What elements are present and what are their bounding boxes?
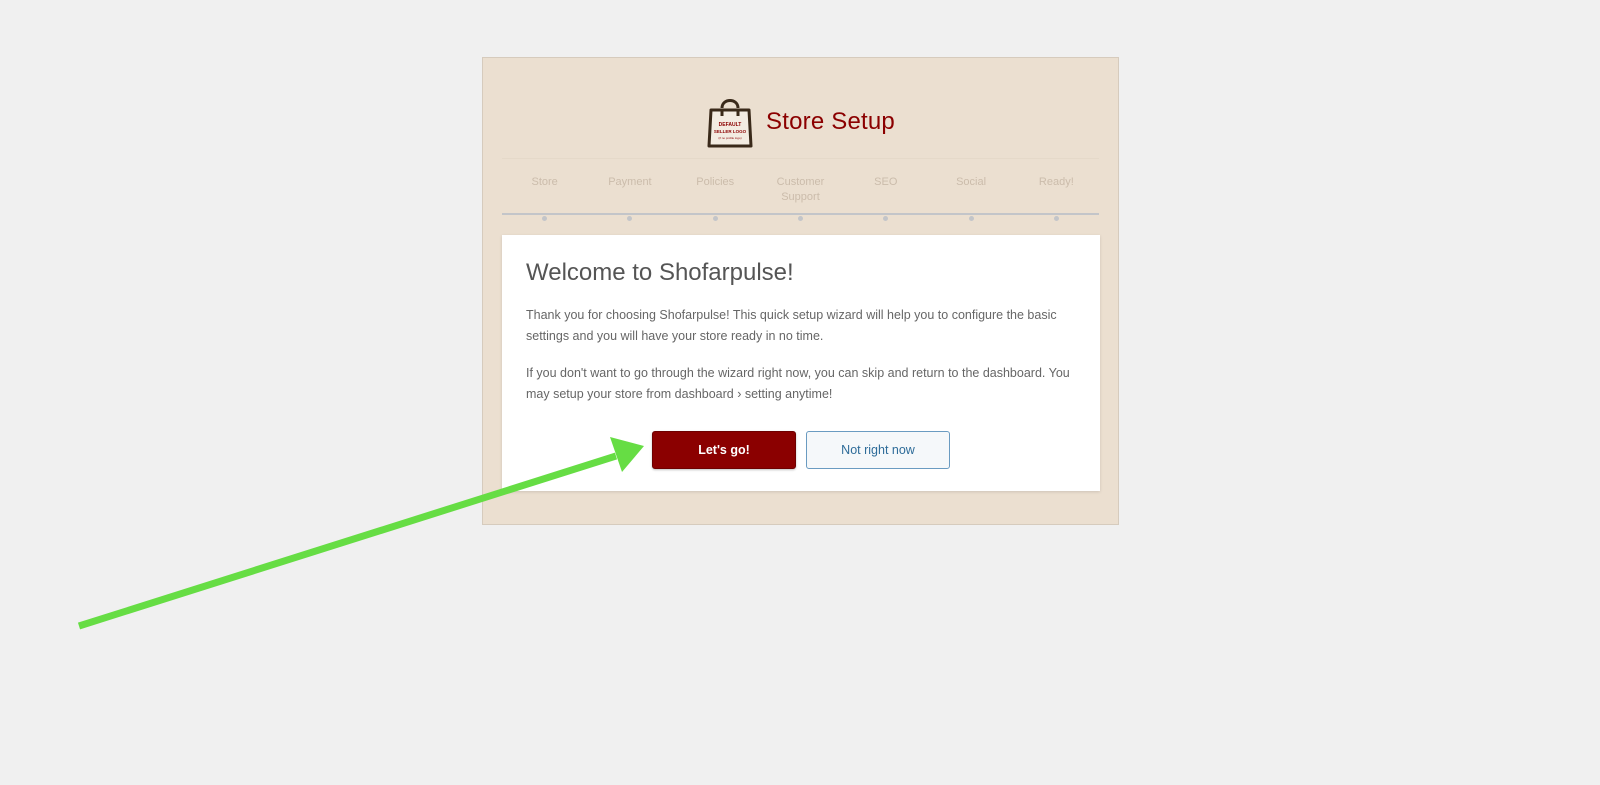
- not-right-now-button[interactable]: Not right now: [806, 431, 950, 469]
- welcome-heading: Welcome to Shofarpulse!: [526, 259, 794, 286]
- step-dot-ready: [1054, 216, 1059, 221]
- step-dot-customer-support: [798, 216, 803, 221]
- step-store: Store: [531, 176, 558, 188]
- logo-text-line1: DEFAULT: [719, 122, 742, 128]
- step-social: Social: [956, 176, 987, 188]
- step-dot-store: [542, 216, 547, 221]
- shopping-bag-icon: DEFAULT SELLER LOGO (if no profile logo): [707, 99, 753, 148]
- welcome-card: Welcome to Shofarpulse! Thank you for ch…: [502, 235, 1100, 491]
- wizard-actions: Let's go! Not right now: [502, 431, 1100, 469]
- step-dot-policies: [713, 216, 718, 221]
- lets-go-button[interactable]: Let's go!: [652, 431, 796, 469]
- header-divider: [502, 158, 1099, 159]
- wizard-steps: Store Payment Policies Customer Support …: [502, 175, 1099, 215]
- setup-wizard-frame: DEFAULT SELLER LOGO (if no profile logo)…: [482, 57, 1119, 525]
- wizard-header: DEFAULT SELLER LOGO (if no profile logo)…: [483, 94, 1118, 150]
- progress-track: [502, 213, 1099, 215]
- logo-text-line2: SELLER LOGO: [714, 129, 747, 134]
- wizard-title: Store Setup: [766, 108, 895, 135]
- step-ready: Ready!: [1038, 176, 1074, 188]
- step-dot-payment: [627, 216, 632, 221]
- step-payment: Payment: [608, 176, 652, 188]
- step-dot-social: [969, 216, 974, 221]
- step-seo: SEO: [874, 176, 898, 188]
- seller-logo: DEFAULT SELLER LOGO (if no profile logo): [706, 94, 754, 150]
- welcome-skip-text: If you don't want to go through the wiza…: [526, 366, 1070, 401]
- step-policies: Policies: [696, 176, 735, 188]
- logo-text-line3: (if no profile logo): [718, 136, 741, 140]
- step-customer-support: Customer Support: [776, 176, 825, 203]
- step-dot-seo: [883, 216, 888, 221]
- welcome-intro-text: Thank you for choosing Shofarpulse! This…: [526, 308, 1057, 343]
